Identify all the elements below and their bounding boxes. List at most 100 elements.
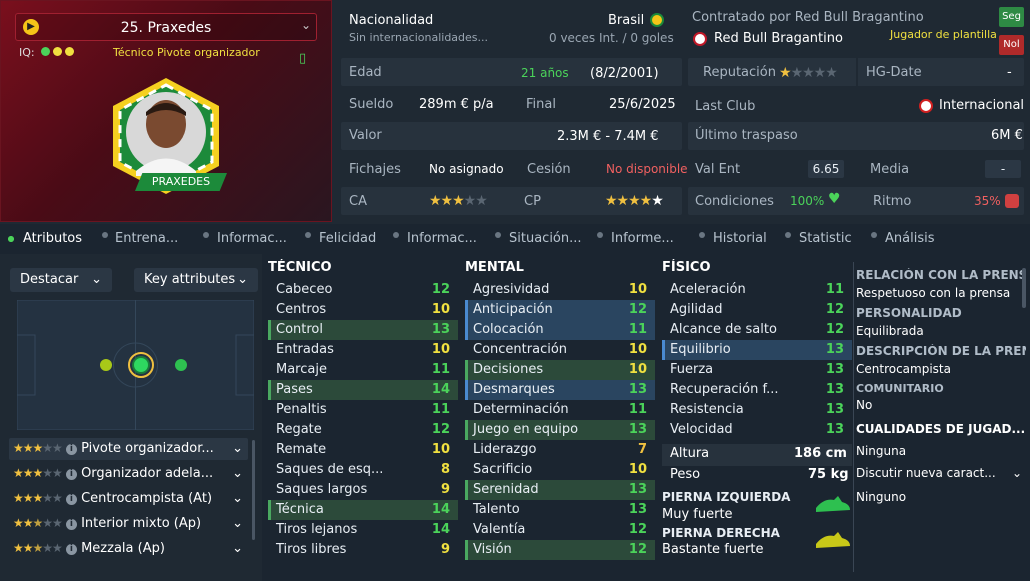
attribute-name: Decisiones: [473, 362, 544, 377]
attribute-row[interactable]: Técnica 14: [268, 500, 458, 520]
attribute-row[interactable]: Tiros libres 9: [268, 540, 458, 560]
attribute-row[interactable]: Resistencia 13: [662, 400, 852, 420]
attribute-value: 13: [628, 422, 647, 437]
iq-dot: [41, 47, 51, 56]
attribute-row[interactable]: Visión 12: [465, 540, 655, 560]
attribute-name: Serenidad: [473, 482, 539, 497]
chevron-down-icon: ⌄: [232, 466, 243, 481]
attribute-value: 13: [628, 482, 647, 497]
tab-statistic[interactable]: Statistic: [799, 231, 852, 246]
info-icon[interactable]: i: [65, 519, 77, 530]
tab-historial[interactable]: Historial: [713, 231, 767, 246]
attribute-value: 13: [825, 362, 844, 377]
ritmo-label: Ritmo: [873, 194, 912, 209]
role-row[interactable]: ★★★★★ i Interior mixto (Ap) ⌄: [9, 513, 248, 535]
tab-dot: [203, 232, 209, 238]
discuss-trait-dropdown[interactable]: Discutir nueva caract... ⌄: [856, 464, 1026, 488]
height-value: 186 cm: [794, 446, 847, 461]
tab-informacion-2[interactable]: Informac...: [407, 231, 477, 246]
attribute-row[interactable]: Desmarques 13: [465, 380, 655, 400]
attribute-row[interactable]: Tiros lejanos 14: [268, 520, 458, 540]
attribute-row[interactable]: Entradas 10: [268, 340, 458, 360]
role-row[interactable]: ★★★★★ i Mezzala (Ap) ⌄: [9, 538, 248, 560]
attribute-row[interactable]: Colocación 11: [465, 320, 655, 340]
player-name-selector[interactable]: ▶ 25. Praxedes ⌄: [15, 13, 317, 41]
attribute-row[interactable]: Velocidad 13: [662, 420, 852, 440]
last-club-value[interactable]: Internacional: [939, 98, 1024, 113]
mental-column: MENTAL Agresividad 10 Anticipación 12 Coloca…: [465, 260, 655, 560]
attribute-row[interactable]: Fuerza 13: [662, 360, 852, 380]
media-value: -: [985, 160, 1021, 178]
attribute-row[interactable]: Saques largos 9: [268, 480, 458, 500]
attribute-name: Equilibrio: [670, 342, 731, 357]
tab-situacion[interactable]: Situación...: [509, 231, 582, 246]
info-icon[interactable]: i: [65, 544, 77, 555]
attribute-row[interactable]: Control 13: [268, 320, 458, 340]
club-name[interactable]: Red Bull Bragantino: [714, 31, 843, 46]
attribute-row[interactable]: Centros 10: [268, 300, 458, 320]
tab-informe[interactable]: Informe...: [611, 231, 674, 246]
right-panel-scrollbar[interactable]: [1022, 268, 1026, 308]
attribute-row[interactable]: Alcance de salto 12: [662, 320, 852, 340]
attribute-row[interactable]: Serenidad 13: [465, 480, 655, 500]
attribute-row[interactable]: Sacrificio 10: [465, 460, 655, 480]
cp-label: CP: [524, 194, 541, 209]
attribute-value: 11: [825, 282, 844, 297]
roles-scrollbar[interactable]: [252, 440, 255, 540]
role-row[interactable]: ★★★★★ i Pivote organizador... ⌄: [9, 438, 248, 460]
role-stars: ★★★★★: [13, 541, 63, 555]
info-icon[interactable]: i: [65, 469, 77, 480]
destacar-label: Destacar: [20, 272, 79, 287]
attribute-row[interactable]: Regate 12: [268, 420, 458, 440]
attribute-row[interactable]: Juego en equipo 13: [465, 420, 655, 440]
tab-felicidad[interactable]: Felicidad: [319, 231, 376, 246]
left-foot-label: PIERNA IZQUIERDA: [662, 490, 791, 504]
key-attributes-dropdown[interactable]: Key attributes ⌄: [134, 268, 258, 292]
attribute-row[interactable]: Agresividad 10: [465, 280, 655, 300]
ca-stars: ★★★★★: [429, 193, 488, 209]
attribute-value: 10: [431, 342, 450, 357]
tab-dot: [305, 232, 311, 238]
attribute-row[interactable]: Pases 14: [268, 380, 458, 400]
attribute-row[interactable]: Saques de esq... 8: [268, 460, 458, 480]
tab-dot: [871, 232, 877, 238]
tab-analisis[interactable]: Análisis: [885, 231, 934, 246]
attribute-row[interactable]: Anticipación 12: [465, 300, 655, 320]
fisico-column: FÍSICO Aceleración 11 Agilidad 12 Alcance de…: [662, 260, 852, 440]
attribute-row[interactable]: Penaltis 11: [268, 400, 458, 420]
attribute-row[interactable]: Valentía 12: [465, 520, 655, 540]
seg-button[interactable]: Seg: [999, 7, 1024, 27]
attribute-value: 12: [628, 302, 647, 317]
nol-button[interactable]: Nol: [999, 35, 1024, 55]
attribute-name: Fuerza: [670, 362, 714, 377]
tecnico-title: TÉCNICO: [268, 260, 332, 275]
role-row[interactable]: ★★★★★ i Organizador adela... ⌄: [9, 463, 248, 485]
attribute-row[interactable]: Equilibrio 13: [662, 340, 852, 360]
key-attributes-label: Key attributes: [144, 272, 236, 287]
attribute-row[interactable]: Remate 10: [268, 440, 458, 460]
tab-dot: [597, 232, 603, 238]
info-icon[interactable]: i: [65, 444, 77, 455]
role-row[interactable]: ★★★★★ i Centrocampista (At) ⌄: [9, 488, 248, 510]
nationality-sub: Sin internacionalidades...: [349, 31, 489, 44]
attribute-row[interactable]: Decisiones 10: [465, 360, 655, 380]
attribute-row[interactable]: Agilidad 12: [662, 300, 852, 320]
attribute-row[interactable]: Talento 13: [465, 500, 655, 520]
last-club-crest-icon: [919, 99, 933, 113]
destacar-dropdown[interactable]: Destacar ⌄: [10, 268, 112, 292]
info-icon[interactable]: i: [65, 494, 77, 505]
clipboard-icon[interactable]: ▯: [299, 51, 306, 66]
attribute-row[interactable]: Recuperación f... 13: [662, 380, 852, 400]
attribute-row[interactable]: Liderazgo 7: [465, 440, 655, 460]
tab-atributos[interactable]: Atributos: [23, 231, 82, 246]
attribute-row[interactable]: Marcaje 11: [268, 360, 458, 380]
attribute-value: 11: [628, 322, 647, 337]
tab-entrenamiento[interactable]: Entrena...: [115, 231, 178, 246]
attribute-row[interactable]: Cabeceo 12: [268, 280, 458, 300]
attribute-row[interactable]: Concentración 10: [465, 340, 655, 360]
chevron-down-icon: ⌄: [91, 272, 102, 287]
attribute-name: Cabeceo: [276, 282, 333, 297]
tab-informacion[interactable]: Informac...: [217, 231, 287, 246]
attribute-row[interactable]: Determinación 11: [465, 400, 655, 420]
attribute-row[interactable]: Aceleración 11: [662, 280, 852, 300]
